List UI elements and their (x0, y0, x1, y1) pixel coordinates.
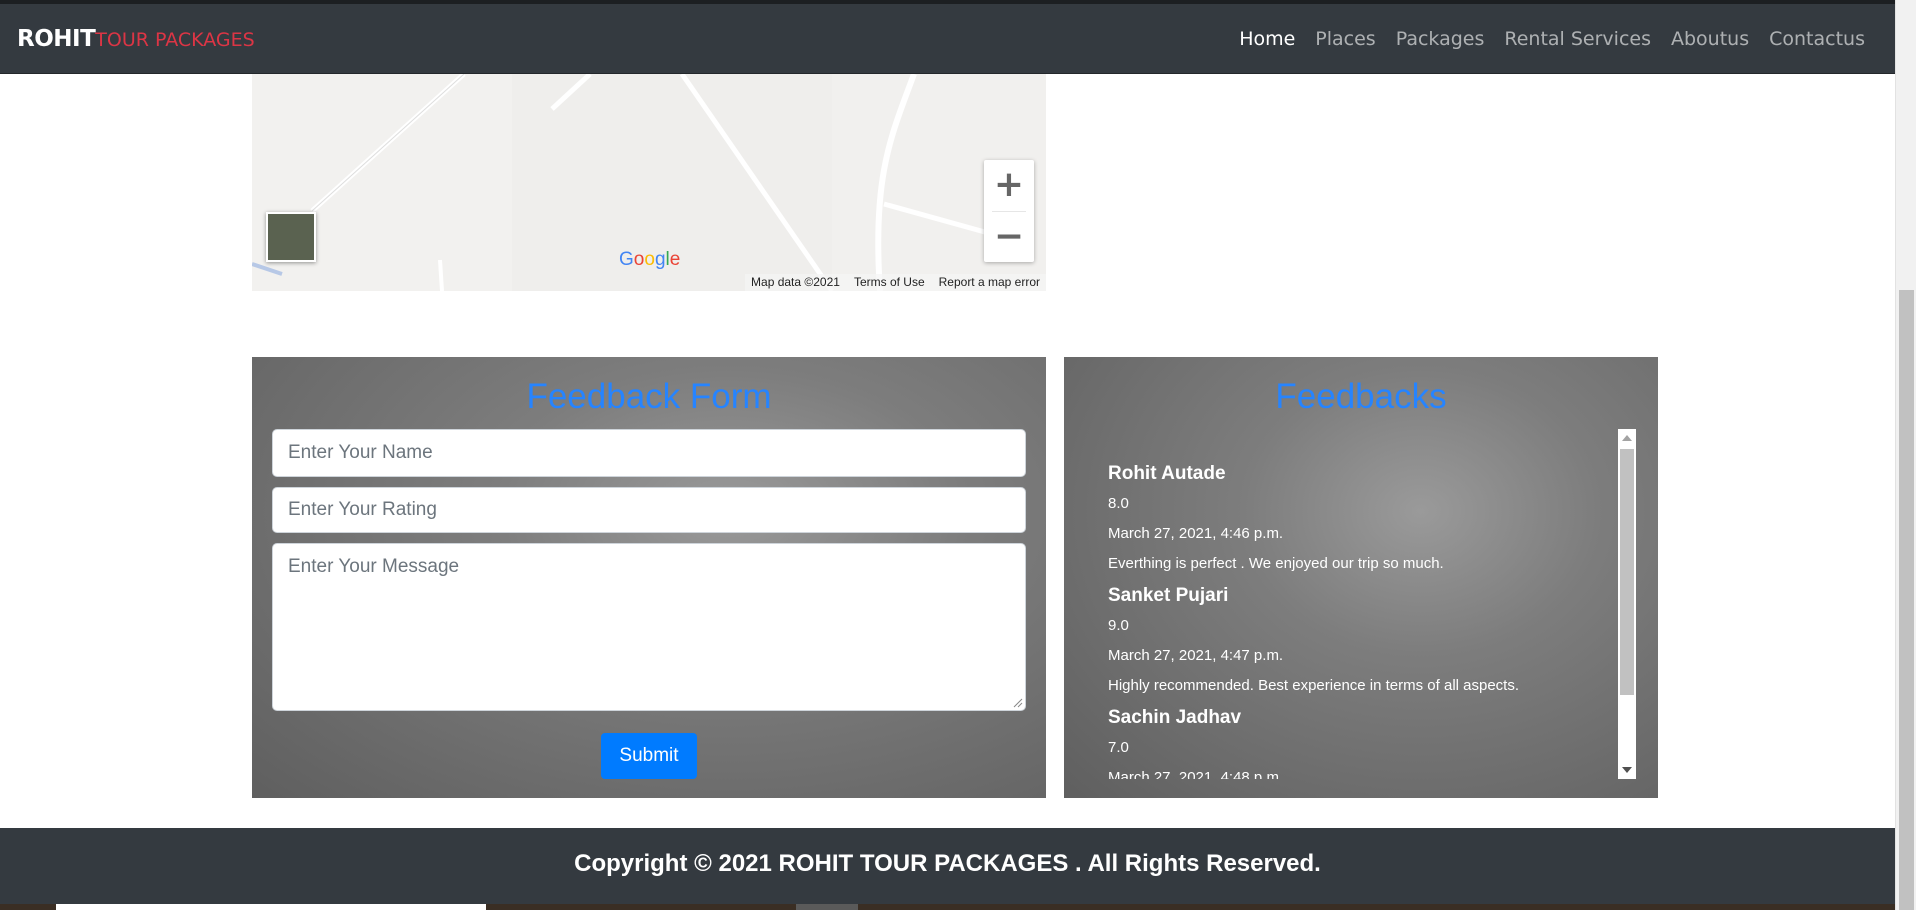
feedback-date: March 27, 2021, 4:48 p.m. (1108, 769, 1284, 779)
feedback-message: Everthing is perfect . We enjoyed our tr… (1108, 555, 1444, 572)
feedback-entry: Sanket Pujari 9.0 March 27, 2021, 4:47 p… (1108, 581, 1519, 701)
nav-packages[interactable]: Packages (1396, 28, 1485, 50)
feedback-rating: 9.0 (1108, 617, 1129, 634)
bottom-strip (0, 904, 1895, 910)
message-textarea[interactable]: Enter Your Message (272, 543, 1026, 711)
report-map-error-link[interactable]: Report a map error (939, 275, 1040, 289)
scrollbar-thumb[interactable] (1620, 449, 1634, 695)
feedback-date: March 27, 2021, 4:46 p.m. (1108, 525, 1284, 542)
zoom-in-button[interactable]: + (984, 160, 1034, 210)
feedback-rating: 7.0 (1108, 739, 1129, 756)
feedback-author: Sanket Pujari (1108, 585, 1229, 606)
map-attribution: Map data ©2021 Terms of Use Report a map… (745, 274, 1046, 291)
nav-contactus[interactable]: Contactus (1769, 28, 1865, 50)
feedbacks-title: Feedbacks (1275, 377, 1447, 416)
map-data-label: Map data ©2021 (751, 275, 840, 289)
nav-rental-services[interactable]: Rental Services (1504, 28, 1651, 50)
nav-home[interactable]: Home (1239, 28, 1295, 50)
feedbacks-panel: Feedbacks Rohit Autade 8.0 March 27, 202… (1064, 357, 1658, 798)
feedback-form-panel: Feedback Form Enter Your Name Enter Your… (252, 357, 1046, 798)
feedback-author: Rohit Autade (1108, 463, 1226, 484)
brand-logo[interactable]: ROHITTOUR PACKAGES (17, 26, 255, 52)
feedback-date: March 27, 2021, 4:47 p.m. (1108, 647, 1284, 664)
zoom-control: + − (984, 160, 1034, 262)
message-placeholder: Enter Your Message (288, 556, 460, 577)
feedback-form-title: Feedback Form (526, 377, 772, 416)
satellite-toggle[interactable] (266, 212, 316, 262)
feedbacks-scrollbar[interactable] (1618, 429, 1636, 779)
feedback-author: Sachin Jadhav (1108, 707, 1242, 728)
zoom-out-button[interactable]: − (984, 212, 1034, 262)
resize-grip-icon[interactable] (1013, 698, 1023, 708)
page-scrollbar-thumb[interactable] (1899, 290, 1914, 910)
nav-places[interactable]: Places (1315, 28, 1375, 50)
terms-of-use-link[interactable]: Terms of Use (854, 275, 925, 289)
bottom-strip-dark (796, 904, 858, 910)
brand-colored: TOUR PACKAGES (95, 29, 255, 51)
feedback-rating: 8.0 (1108, 495, 1129, 512)
submit-button[interactable]: Submit (601, 733, 697, 779)
feedback-entry: Sachin Jadhav 7.0 March 27, 2021, 4:48 p… (1108, 703, 1519, 779)
rating-input[interactable]: Enter Your Rating (272, 487, 1026, 533)
name-input[interactable]: Enter Your Name (272, 429, 1026, 477)
navbar: ROHITTOUR PACKAGES Home Places Packages … (0, 4, 1895, 74)
google-logo: Google (619, 249, 681, 270)
feedback-message: Highly recommended. Best experience in t… (1108, 677, 1520, 694)
feedbacks-list-inner: Rohit Autade 8.0 March 27, 2021, 4:46 p.… (1084, 457, 1519, 779)
feedback-entry: Rohit Autade 8.0 March 27, 2021, 4:46 p.… (1108, 459, 1519, 579)
page-scrollbar[interactable] (1895, 0, 1916, 910)
brand-bold: ROHIT (17, 26, 96, 52)
nav-aboutus[interactable]: Aboutus (1671, 28, 1749, 50)
nav-menu: Home Places Packages Rental Services Abo… (1239, 28, 1865, 50)
bottom-strip-light (56, 904, 486, 910)
embedded-map[interactable]: Google + − Map data ©2021 Terms of Use R… (252, 74, 1046, 291)
copyright-text: Copyright © 2021 ROHIT TOUR PACKAGES . A… (574, 850, 1321, 877)
scroll-up-arrow-icon[interactable] (1622, 435, 1632, 441)
footer: Copyright © 2021 ROHIT TOUR PACKAGES . A… (0, 828, 1895, 904)
feedbacks-list[interactable]: Rohit Autade 8.0 March 27, 2021, 4:46 p.… (1084, 429, 1638, 779)
scroll-down-arrow-icon[interactable] (1622, 767, 1632, 773)
